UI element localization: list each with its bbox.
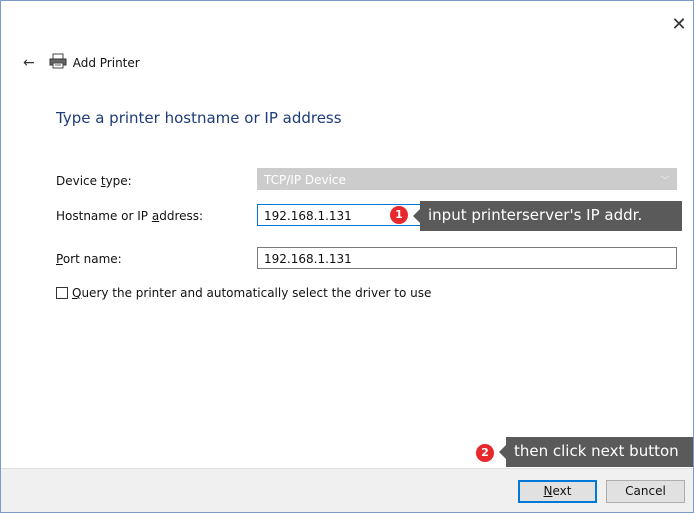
dialog-footer: Next Cancel xyxy=(1,468,693,512)
dialog-title: Add Printer xyxy=(72,55,140,70)
annotation-callout-1: input printerserver's IP addr. xyxy=(413,201,682,231)
cancel-button[interactable]: Cancel xyxy=(606,480,685,503)
printer-icon xyxy=(49,53,67,72)
back-arrow-icon[interactable]: ← xyxy=(23,55,35,71)
annotation-badge-1: 1 xyxy=(390,206,408,224)
add-printer-dialog: ✕ ← Add Printer Type a printer hostname … xyxy=(0,0,694,513)
device-type-select: TCP/IP Device ﹀ xyxy=(257,168,677,190)
port-name-label: Port name: xyxy=(56,252,122,266)
port-name-input[interactable]: 192.168.1.131 xyxy=(257,247,677,269)
annotation-badge-2: 2 xyxy=(476,444,494,462)
chevron-down-icon: ﹀ xyxy=(660,176,670,187)
device-type-value: TCP/IP Device xyxy=(264,173,346,187)
next-button[interactable]: Next xyxy=(518,480,597,503)
device-type-label: Device type: xyxy=(56,174,132,188)
page-title: Type a printer hostname or IP address xyxy=(56,109,342,127)
hostname-label: Hostname or IP address: xyxy=(56,209,204,223)
query-printer-option[interactable]: Query the printer and automatically sele… xyxy=(56,286,431,300)
close-icon[interactable]: ✕ xyxy=(669,15,689,35)
dialog-header: ← Add Printer xyxy=(23,53,140,72)
annotation-callout-2: then click next button xyxy=(499,437,693,467)
query-printer-label: Query the printer and automatically sele… xyxy=(72,286,432,300)
query-printer-checkbox[interactable] xyxy=(56,287,68,299)
